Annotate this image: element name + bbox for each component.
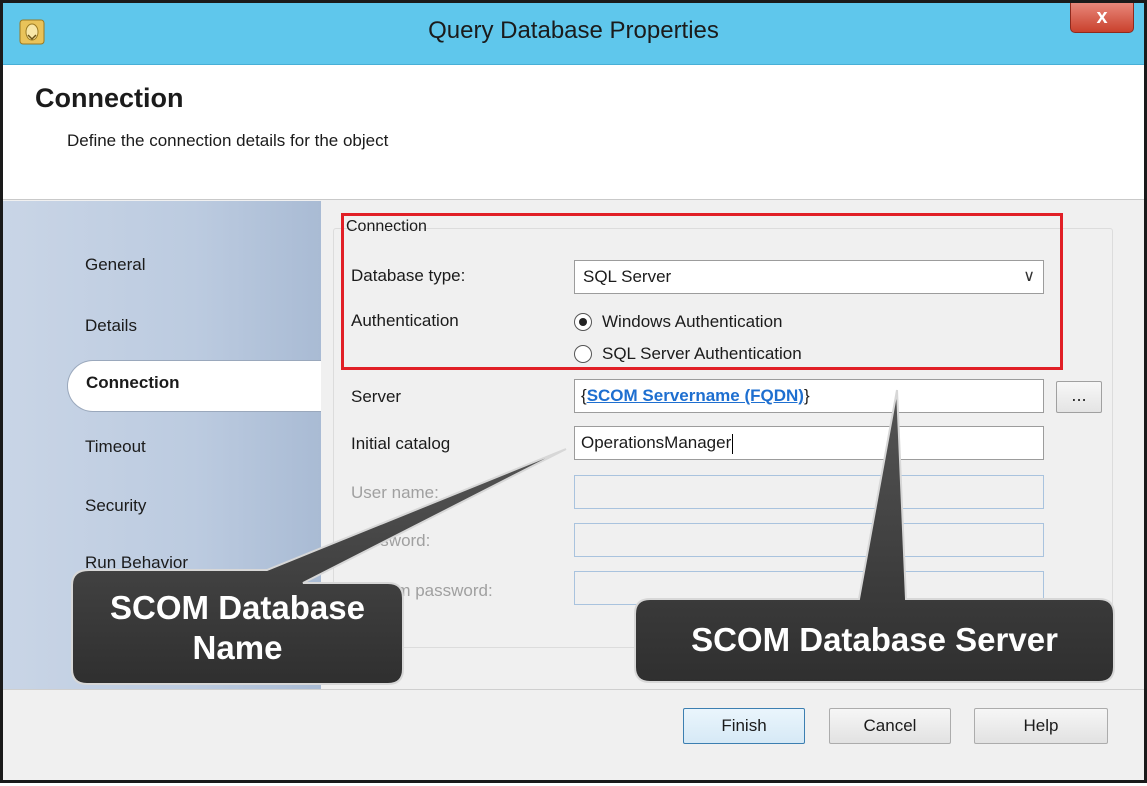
title-bar[interactable]: Query Database Properties x: [3, 3, 1144, 65]
close-button[interactable]: x: [1070, 3, 1134, 33]
server-value: SCOM Servername (FQDN): [586, 386, 804, 405]
cancel-button[interactable]: Cancel: [829, 708, 951, 744]
initial-catalog-input[interactable]: OperationsManager: [574, 426, 1044, 460]
dialog-window: Query Database Properties x Connection D…: [0, 0, 1147, 783]
callout-database-name: SCOM Database Name: [110, 589, 365, 666]
server-suffix: }: [803, 386, 810, 405]
server-label: Server: [351, 387, 402, 406]
server-input[interactable]: {SCOM Servername (FQDN)}: [574, 379, 1044, 413]
username-input[interactable]: [574, 475, 1044, 509]
password-label: Password:: [351, 531, 431, 550]
sidebar-item-general[interactable]: General: [85, 255, 145, 275]
sidebar-item-security[interactable]: Security: [85, 496, 146, 516]
highlight-box: [341, 213, 1063, 370]
text-cursor: [732, 433, 734, 454]
finish-button[interactable]: Finish: [683, 708, 805, 744]
sidebar-item-run-behavior[interactable]: Run Behavior: [85, 553, 188, 573]
sidebar-item-connection[interactable]: Connection: [67, 360, 321, 412]
username-label: User name:: [351, 483, 439, 502]
page-header: Connection Define the connection details…: [3, 65, 1144, 200]
browse-button[interactable]: ...: [1056, 381, 1102, 413]
window-title: Query Database Properties: [428, 17, 719, 44]
initial-catalog-label: Initial catalog: [351, 434, 451, 453]
sidebar-item-timeout[interactable]: Timeout: [85, 437, 146, 457]
help-button[interactable]: Help: [974, 708, 1108, 744]
callout-database-server: SCOM Database Server: [691, 621, 1058, 658]
page-subtitle: Define the connection details for the ob…: [67, 131, 389, 150]
sidebar-item-details[interactable]: Details: [85, 316, 137, 336]
password-input[interactable]: [574, 523, 1044, 557]
page-title: Connection: [35, 83, 184, 113]
dialog-footer: Finish Cancel Help: [3, 689, 1144, 780]
initial-catalog-value: OperationsManager: [581, 433, 732, 452]
sidebar-item-label: Connection: [86, 373, 180, 392]
confirm-password-input[interactable]: [574, 571, 1044, 605]
